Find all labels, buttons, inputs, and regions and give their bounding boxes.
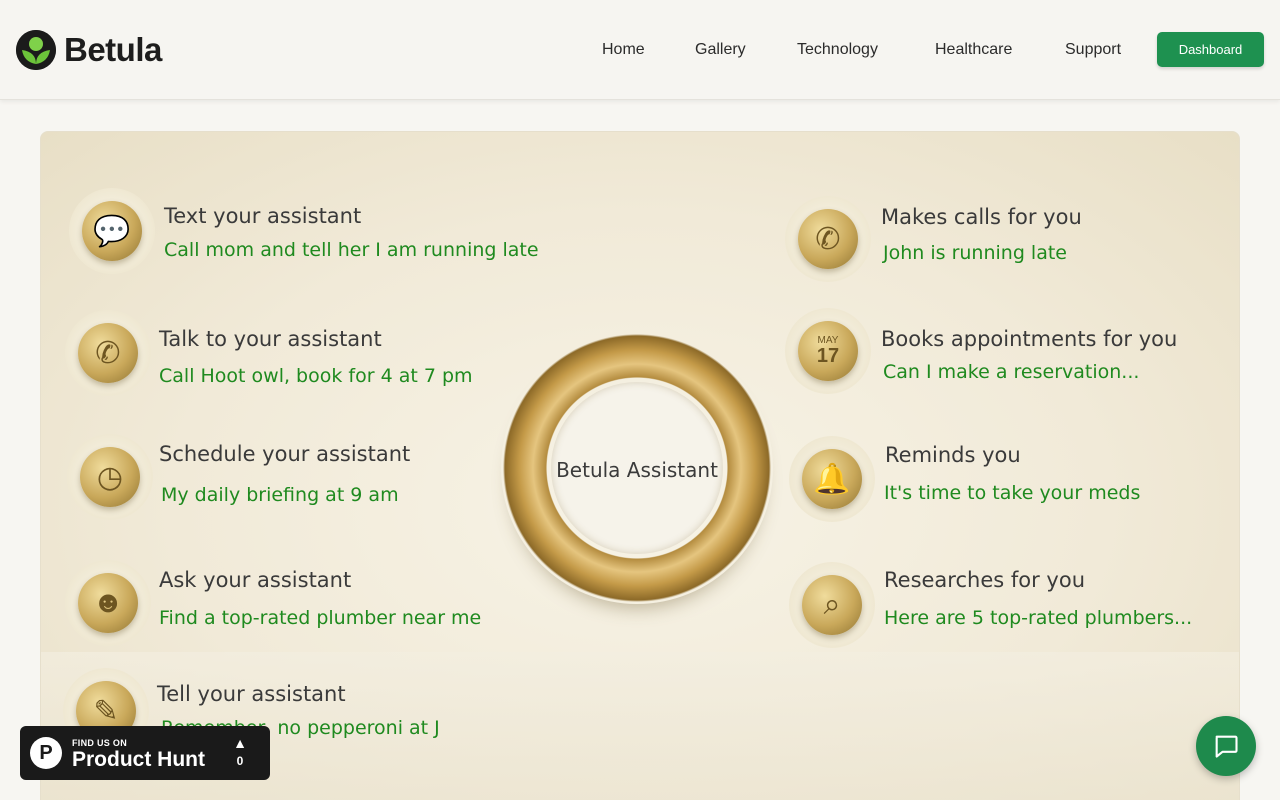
upvote-arrow-icon: ▲ [233, 735, 247, 751]
chat-button[interactable] [1196, 716, 1256, 776]
feature-title: Makes calls for you [881, 205, 1082, 229]
feature-subtitle: Call mom and tell her I am running late [164, 239, 539, 261]
feature-title: Reminds you [885, 443, 1021, 467]
ring-label: Betula Assistant [556, 458, 718, 482]
product-hunt-title: Product Hunt [72, 748, 205, 771]
feature-subtitle: Here are 5 top-rated plumbers... [884, 607, 1193, 629]
feature-title: Text your assistant [164, 204, 362, 228]
nav-home[interactable]: Home [602, 38, 645, 62]
feature-title: Ask your assistant [159, 568, 352, 592]
feature-subtitle: Call Hoot owl, book for 4 at 7 pm [159, 365, 473, 387]
feature-subtitle: It's time to take your meds [884, 482, 1141, 504]
site-header: Betula Home Gallery Technology Healthcar… [0, 0, 1280, 100]
nav-technology[interactable]: Technology [797, 38, 878, 62]
feature-subtitle: Find a top-rated plumber near me [159, 607, 482, 629]
nav-support[interactable]: Support [1065, 38, 1121, 62]
chat-bubble-icon: 💬 [69, 188, 155, 274]
head-icon: ☻ [65, 560, 151, 646]
chat-icon [1215, 735, 1238, 758]
nav-gallery[interactable]: Gallery [695, 38, 746, 62]
calendar-icon: MAY 17 [785, 308, 871, 394]
feature-title: Books appointments for you [881, 327, 1178, 351]
product-hunt-badge[interactable]: P FIND US ON Product Hunt ▲ 0 [20, 726, 270, 780]
main-nav: Home Gallery Technology Healthcare Suppo… [0, 38, 1280, 62]
feature-subtitle: Can I make a reservation... [883, 361, 1140, 383]
feature-subtitle: My daily briefing at 9 am [161, 484, 399, 506]
product-hunt-caption: FIND US ON [72, 738, 128, 748]
upvote-count: 0 [236, 754, 244, 768]
magnifier-icon: ⌕ [789, 562, 875, 648]
hero-image: 💬 Text your assistant Call mom and tell … [40, 131, 1240, 800]
feature-title: Researches for you [884, 568, 1085, 592]
feature-subtitle: John is running late [883, 242, 1067, 264]
feature-title: Tell your assistant [157, 682, 346, 706]
phone-icon: ✆ [65, 310, 151, 396]
nav-healthcare[interactable]: Healthcare [935, 38, 1012, 62]
dashboard-button[interactable]: Dashboard [1157, 32, 1264, 67]
bell-icon: 🔔 [789, 436, 875, 522]
feature-title: Talk to your assistant [159, 327, 382, 351]
phone-outgoing-icon: ✆ [785, 196, 871, 282]
product-hunt-logo-icon: P [30, 737, 62, 769]
calendar-day: 17 [816, 345, 840, 367]
